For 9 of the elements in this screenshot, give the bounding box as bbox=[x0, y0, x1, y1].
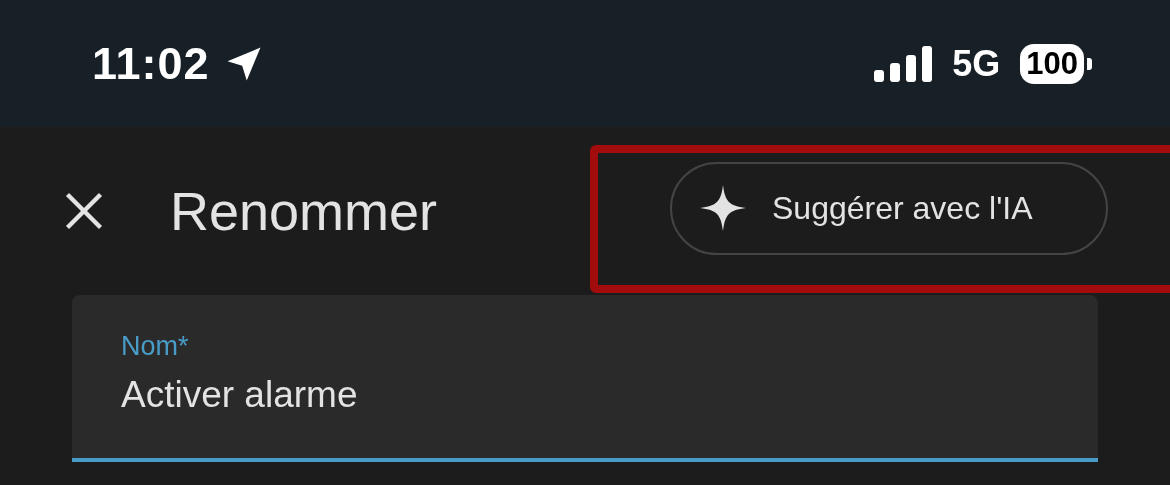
field-value: Activer alarme bbox=[121, 374, 359, 416]
field-label: Nom* bbox=[121, 331, 190, 362]
network-label: 5G bbox=[952, 42, 1001, 85]
dialog-title: Renommer bbox=[170, 180, 438, 242]
signal-icon bbox=[874, 45, 933, 82]
clock-time: 11:02 bbox=[92, 37, 210, 90]
name-input-field[interactable]: Nom* Activer alarme bbox=[72, 295, 1098, 462]
suggest-ai-button[interactable]: Suggérer avec l'IA bbox=[670, 161, 1108, 255]
battery-indicator: 100 bbox=[1020, 43, 1092, 84]
